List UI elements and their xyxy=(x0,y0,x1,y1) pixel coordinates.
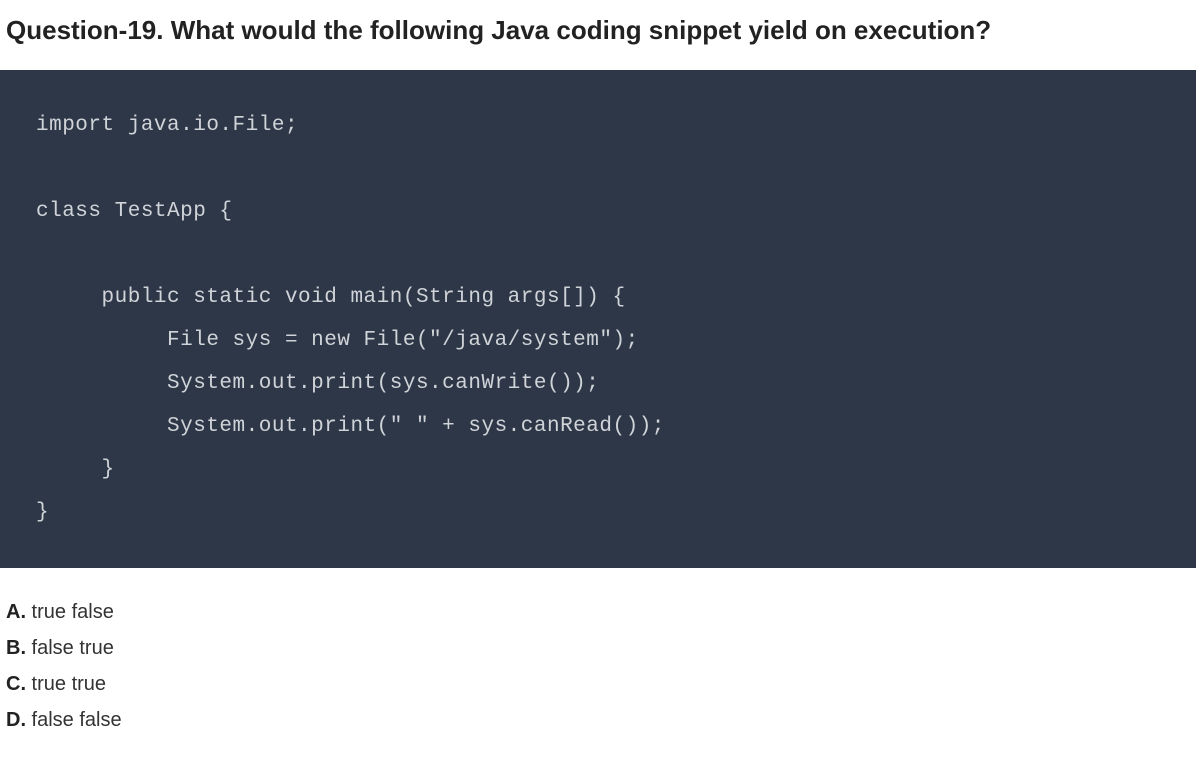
code-line: } xyxy=(36,501,49,524)
option-text: true true xyxy=(26,673,106,695)
code-line: System.out.print(sys.canWrite()); xyxy=(36,372,599,395)
option-letter: C. xyxy=(6,673,26,695)
answer-options: A. true false B. false true C. true true… xyxy=(0,568,1200,748)
code-line: System.out.print(" " + sys.canRead()); xyxy=(36,415,665,438)
option-letter: A. xyxy=(6,601,26,623)
code-line: public static void main(String args[]) { xyxy=(36,286,626,309)
option-a[interactable]: A. true false xyxy=(6,594,1194,630)
code-snippet: import java.io.File; class TestApp { pub… xyxy=(0,70,1196,568)
option-text: true false xyxy=(26,601,114,623)
question-title: Question-19. What would the following Ja… xyxy=(0,0,1200,70)
option-letter: D. xyxy=(6,709,26,731)
option-d[interactable]: D. false false xyxy=(6,702,1194,738)
code-line: import java.io.File; xyxy=(36,114,298,137)
code-line: File sys = new File("/java/system"); xyxy=(36,329,639,352)
option-text: false true xyxy=(26,637,114,659)
option-letter: B. xyxy=(6,637,26,659)
code-line: class TestApp { xyxy=(36,200,233,223)
option-text: false false xyxy=(26,709,122,731)
code-line: } xyxy=(36,458,115,481)
option-b[interactable]: B. false true xyxy=(6,630,1194,666)
option-c[interactable]: C. true true xyxy=(6,666,1194,702)
